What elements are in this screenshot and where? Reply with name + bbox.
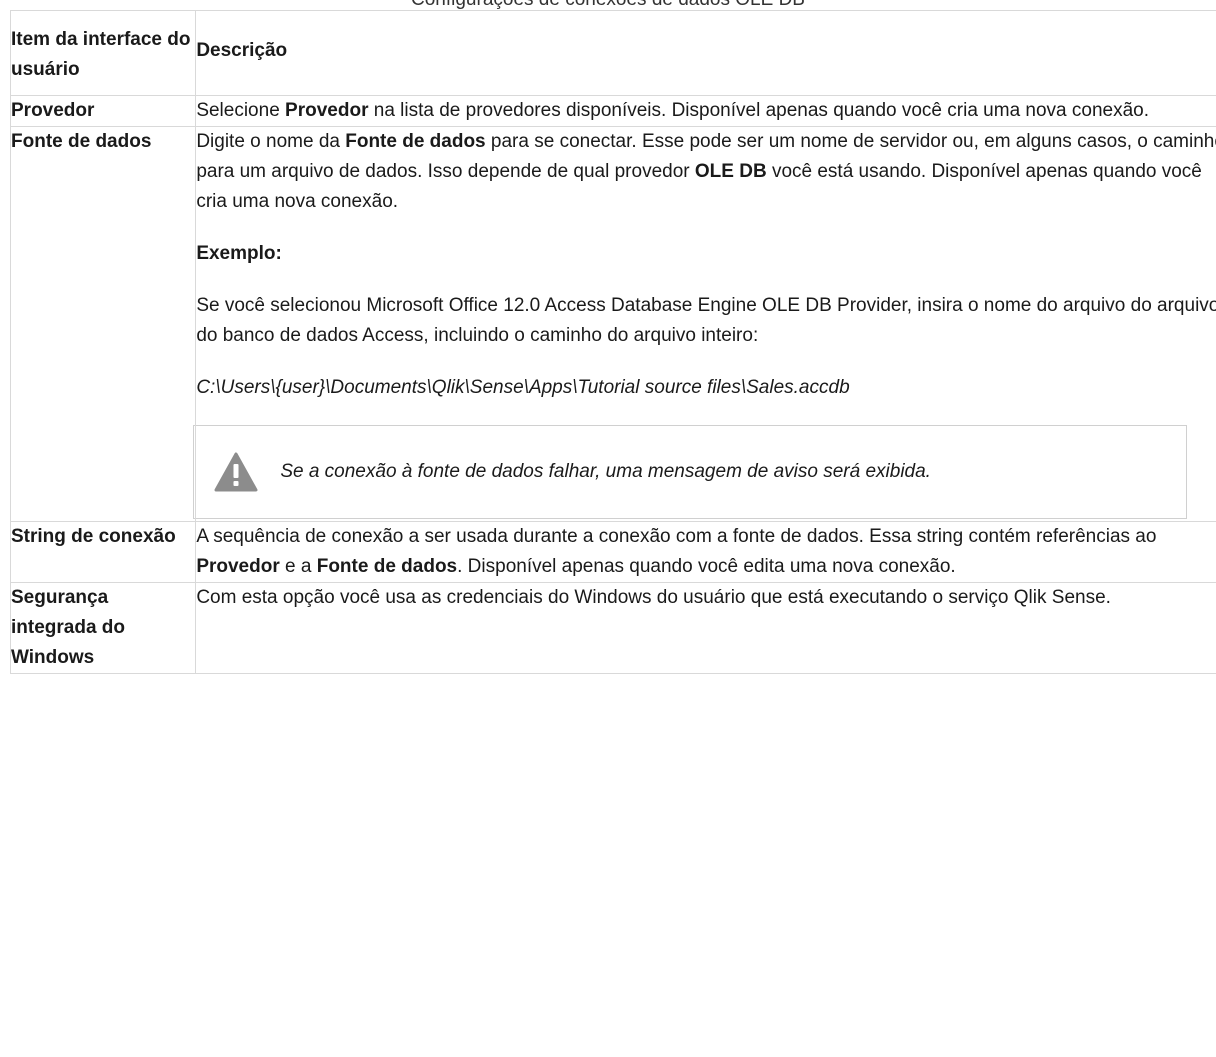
desc-text: . Disponível apenas quando você edita um… xyxy=(457,556,956,577)
row-description: Com esta opção você usa as credenciais d… xyxy=(195,582,1216,674)
table-row-provedor: Provedor Selecione Provedor na lista de … xyxy=(9,95,1216,127)
row-item-label: Fonte de dados xyxy=(9,126,197,522)
row-item-label: Provedor xyxy=(9,95,197,127)
header-item-column: Item da interface do usuário xyxy=(9,10,197,96)
desc-text: Selecione xyxy=(196,100,286,121)
example-text: Se você selecionou Microsoft Office 12.0… xyxy=(196,295,1216,346)
row-description: A sequência de conexão a ser usada duran… xyxy=(195,521,1216,583)
row-description: Digite o nome da Fonte de dados para se … xyxy=(193,126,1216,522)
desc-bold-term: OLE DB xyxy=(694,161,767,182)
settings-table: Item da interface do usuário Descrição P… xyxy=(9,10,1216,674)
row-item-label: Segurança integrada do Windows xyxy=(9,582,197,674)
desc-text: na lista de provedores disponíveis. Disp… xyxy=(368,100,1150,121)
desc-text: Digite o nome da xyxy=(196,131,346,152)
table-header-row: Item da interface do usuário Descrição xyxy=(9,10,1216,96)
example-path: C:\Users\{user}\Documents\Qlik\Sense\App… xyxy=(196,377,850,398)
warning-note: Se a conexão à fonte de dados falhar, um… xyxy=(193,425,1188,519)
desc-text: A sequência de conexão a ser usada duran… xyxy=(196,526,1157,547)
desc-bold-term: Fonte de dados xyxy=(345,131,486,152)
header-description-column: Descrição xyxy=(195,10,1216,96)
table-row-seguranca-integrada: Segurança integrada do Windows Com esta … xyxy=(9,582,1216,674)
row-item-label: String de conexão xyxy=(9,521,197,583)
desc-bold-term: Provedor xyxy=(196,556,280,577)
desc-paragraph: Digite o nome da Fonte de dados para se … xyxy=(196,127,1216,217)
desc-bold-term: Provedor xyxy=(285,100,369,121)
table-row-fonte-de-dados: Fonte de dados Digite o nome da Fonte de… xyxy=(9,126,1216,522)
row-description: Selecione Provedor na lista de provedore… xyxy=(195,95,1216,127)
table-row-string-de-conexao: String de conexão A sequência de conexão… xyxy=(9,521,1216,583)
warning-note-text: Se a conexão à fonte de dados falhar, um… xyxy=(280,461,931,482)
desc-bold-term: Fonte de dados xyxy=(316,556,458,577)
desc-text: Com esta opção você usa as credenciais d… xyxy=(196,587,1111,608)
example-label: Exemplo: xyxy=(196,243,282,264)
warning-icon xyxy=(214,452,258,492)
desc-text: e a xyxy=(279,556,317,577)
